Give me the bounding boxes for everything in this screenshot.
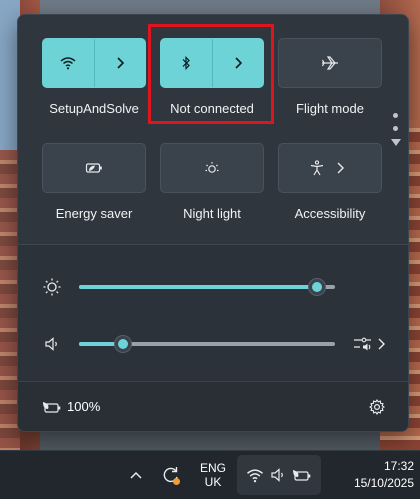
settings-button[interactable]	[366, 396, 388, 418]
flight-mode-tile-label: Flight mode	[296, 101, 364, 116]
system-tray-group[interactable]	[237, 455, 321, 495]
wifi-tile-label: SetupAndSolve	[49, 101, 139, 116]
accessibility-tile-label: Accessibility	[294, 206, 366, 221]
clock-date: 15/10/2025	[353, 476, 414, 490]
brightness-thumb[interactable]	[308, 278, 327, 296]
show-hidden-icons-button[interactable]	[126, 463, 146, 487]
quick-settings-panel: SetupAndSolve Not connected Flight mode	[17, 14, 409, 432]
update-tray-button[interactable]	[158, 461, 184, 489]
energy-saver-tile-label: Energy saver	[55, 206, 133, 221]
quick-settings-footer: 100%	[18, 381, 408, 431]
battery-saver-icon	[293, 470, 311, 481]
bluetooth-tile[interactable]	[160, 38, 264, 88]
bluetooth-tile-label: Not connected	[170, 101, 254, 116]
flight-mode-tile[interactable]	[278, 38, 382, 88]
gear-icon	[369, 399, 385, 415]
chevron-right-icon	[117, 57, 124, 69]
bluetooth-icon	[182, 56, 191, 70]
taskbar: ENG UK 17:32 15/10/2025	[0, 450, 420, 499]
update-badge	[173, 478, 180, 485]
brightness-fill	[79, 285, 318, 289]
wifi-icon	[247, 468, 263, 482]
wifi-networks-button[interactable]	[95, 39, 146, 87]
volume-thumb[interactable]	[113, 335, 132, 353]
audio-output-icon	[354, 337, 371, 351]
clock-time: 17:32	[383, 459, 414, 473]
airplane-icon	[321, 56, 338, 70]
wifi-toggle[interactable]	[43, 39, 95, 87]
energy-saver-icon	[85, 163, 102, 173]
energy-saver-tile[interactable]	[42, 143, 146, 193]
wifi-icon	[60, 57, 76, 70]
accessibility-options-button[interactable]	[330, 144, 381, 192]
speaker-icon	[271, 468, 283, 482]
brightness-slider[interactable]	[79, 278, 335, 296]
volume-slider-row	[18, 329, 408, 359]
accessibility-icon	[310, 160, 324, 176]
night-light-icon	[205, 162, 219, 173]
chevron-right-icon	[235, 57, 242, 69]
volume-slider[interactable]	[79, 335, 335, 353]
accessibility-toggle[interactable]	[279, 144, 330, 192]
tile-page-indicator[interactable]	[391, 113, 401, 146]
taskbar-clock[interactable]: 17:32 15/10/2025	[328, 458, 414, 492]
bluetooth-toggle[interactable]	[161, 39, 213, 87]
brightness-icon	[40, 275, 64, 299]
wifi-tile[interactable]	[42, 38, 146, 88]
bluetooth-devices-button[interactable]	[213, 39, 264, 87]
chevron-down-icon[interactable]	[391, 139, 401, 146]
input-language-button[interactable]: ENG UK	[196, 459, 230, 491]
battery-saver-icon	[43, 401, 61, 413]
battery-percentage: 100%	[67, 399, 101, 414]
speaker-icon[interactable]	[40, 332, 64, 356]
audio-output-button[interactable]	[353, 332, 393, 356]
page-dot[interactable]	[392, 126, 398, 131]
chevron-right-icon	[337, 162, 344, 174]
brightness-slider-row	[18, 272, 408, 302]
night-light-tile-label: Night light	[183, 206, 241, 221]
battery-status[interactable]: 100%	[42, 399, 100, 414]
chevron-right-icon	[378, 338, 385, 350]
chevron-up-icon	[130, 471, 142, 479]
accessibility-tile[interactable]	[278, 143, 382, 193]
language-region: UK	[204, 475, 222, 489]
language-code: ENG	[199, 461, 226, 475]
night-light-tile[interactable]	[160, 143, 264, 193]
page-dot[interactable]	[392, 113, 398, 118]
divider	[18, 244, 408, 245]
